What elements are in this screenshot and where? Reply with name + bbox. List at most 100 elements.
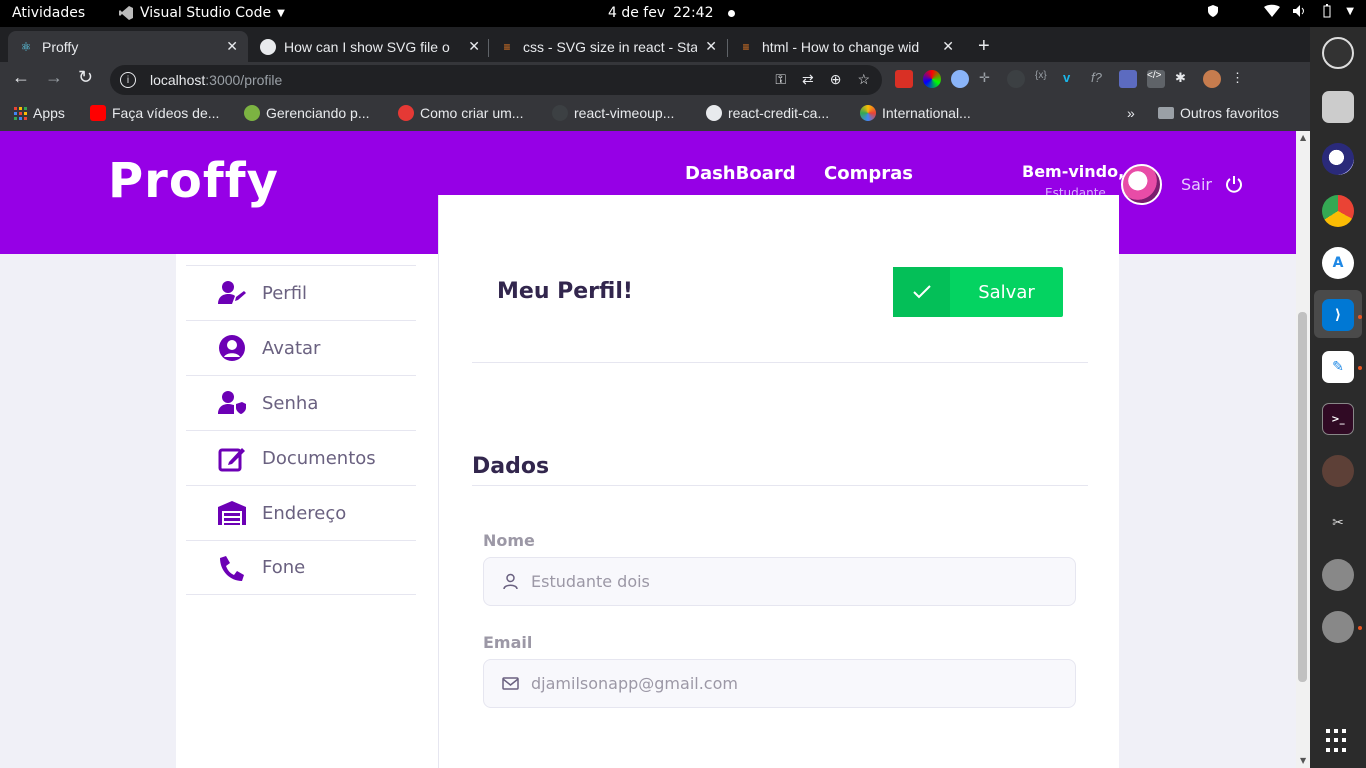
sidebar-item-endereco[interactable]: Endereço — [186, 485, 416, 540]
section-title: Dados — [472, 454, 550, 479]
clock[interactable]: 4 de fev 22:42 — [608, 5, 735, 21]
running-indicator — [1358, 315, 1362, 319]
address-bar[interactable]: i localhost:3000/profile ⚿ ⇄ ⊕ ☆ — [110, 65, 882, 95]
activities-button[interactable]: Atividades — [12, 5, 85, 21]
app-icon[interactable] — [1322, 455, 1354, 487]
gimp-icon[interactable]: ✂ — [1322, 507, 1354, 539]
vimeo-icon[interactable]: v — [1063, 70, 1081, 88]
disk-icon[interactable] — [1322, 611, 1354, 643]
bookmark-react-credit[interactable]: react-credit-ca... — [706, 105, 829, 121]
system-tray[interactable]: ▼ — [1206, 4, 1354, 18]
chrome-icon[interactable] — [1322, 195, 1354, 227]
running-indicator — [1358, 366, 1362, 370]
tab-stackoverflow-width[interactable]: ≡ html - How to change wid ✕ — [728, 31, 964, 62]
terminal-icon[interactable]: >_ — [1322, 403, 1354, 435]
sidebar-item-senha[interactable]: Senha — [186, 375, 416, 430]
tab-strip: ⚛ Proffy ✕ How can I show SVG file o ✕ ≡… — [0, 27, 1310, 62]
close-icon[interactable]: ✕ — [468, 38, 480, 55]
save-button[interactable]: Salvar — [893, 267, 1063, 317]
nav-compras[interactable]: Compras — [824, 163, 913, 184]
back-button[interactable]: ← — [12, 67, 30, 88]
color-picker-icon[interactable] — [923, 70, 941, 88]
name-field[interactable]: Estudante dois — [483, 557, 1076, 606]
star-icon[interactable]: ☆ — [857, 71, 870, 88]
running-indicator — [1358, 626, 1362, 630]
name-label: Nome — [483, 531, 535, 550]
sidebar-item-label: Endereço — [262, 502, 347, 524]
puzzle-icon[interactable]: ✱ — [1175, 70, 1193, 88]
system-top-bar: Atividades Visual Studio Code ▼ 4 de fev… — [0, 0, 1366, 27]
sidebar-item-label: Avatar — [262, 337, 321, 359]
bookmark-label: react-vimeoup... — [574, 105, 675, 121]
mail-icon — [502, 677, 519, 690]
tab-github[interactable]: How can I show SVG file o ✕ — [250, 31, 490, 62]
bookmark-como-criar[interactable]: Como criar um... — [398, 105, 523, 121]
translate-icon[interactable]: ⇄ — [802, 71, 814, 88]
code-icon[interactable]: </> — [1147, 70, 1165, 88]
nbc-icon — [860, 105, 876, 121]
bookmark-gerenciando[interactable]: Gerenciando p... — [244, 105, 370, 121]
bookmark-apps[interactable]: Apps — [14, 105, 65, 121]
nav-dashboard[interactable]: DashBoard — [685, 163, 796, 184]
volume-icon — [1293, 5, 1305, 17]
text-editor-icon[interactable]: ✎ — [1322, 351, 1354, 383]
scroll-down-icon[interactable]: ▼ — [1300, 756, 1306, 765]
extension-icon[interactable] — [895, 70, 913, 88]
tor-browser-icon[interactable] — [1322, 143, 1354, 175]
bookmark-youtube[interactable]: Faça vídeos de... — [90, 105, 219, 121]
ruler-icon[interactable]: ✛ — [979, 70, 997, 88]
email-label: Email — [483, 633, 533, 652]
function-icon[interactable]: f? — [1091, 70, 1109, 88]
page-title: Meu Perfil! — [497, 279, 633, 304]
app-menu[interactable]: Visual Studio Code ▼ — [118, 5, 285, 21]
scrollbar-thumb[interactable] — [1298, 312, 1307, 682]
kebab-menu-icon[interactable]: ⋮ — [1231, 70, 1249, 88]
email-field[interactable]: djamilsonapp@gmail.com — [483, 659, 1076, 708]
tab-proffy[interactable]: ⚛ Proffy ✕ — [8, 31, 248, 62]
reload-button[interactable]: ↻ — [78, 67, 93, 88]
json-icon[interactable]: {x} — [1035, 70, 1053, 88]
sidebar-item-fone[interactable]: Fone — [186, 540, 416, 595]
sidebar-item-perfil[interactable]: Perfil — [186, 265, 416, 320]
bookmarks-overflow-button[interactable]: » — [1127, 105, 1135, 121]
scroll-up-icon[interactable]: ▲ — [1300, 133, 1306, 142]
info-icon[interactable]: i — [120, 72, 136, 88]
new-tab-button[interactable]: + — [978, 35, 990, 58]
notification-dot-icon — [727, 9, 735, 17]
date-label: 4 de fev — [608, 5, 666, 21]
chevron-down-icon: ▼ — [277, 7, 285, 19]
close-icon[interactable]: ✕ — [942, 38, 954, 55]
close-icon[interactable]: ✕ — [705, 38, 717, 55]
app-name: Visual Studio Code — [140, 5, 272, 21]
sidebar-item-documentos[interactable]: Documentos — [186, 430, 416, 485]
avatar[interactable] — [1121, 164, 1162, 205]
bookmark-label: react-credit-ca... — [728, 105, 830, 121]
bookmark-other-folder[interactable]: Outros favoritos — [1158, 105, 1279, 121]
tab-stackoverflow-svg[interactable]: ≡ css - SVG size in react - Sta ✕ — [489, 31, 727, 62]
extension-icon[interactable] — [1119, 70, 1137, 88]
show-apps-icon[interactable] — [1326, 729, 1350, 753]
app-icon[interactable]: A — [1322, 247, 1354, 279]
extension-icon[interactable] — [951, 70, 969, 88]
logo[interactable]: Proffy — [108, 153, 279, 209]
sidebar-item-avatar[interactable]: Avatar — [186, 320, 416, 375]
sidebar-item-label: Documentos — [262, 447, 376, 469]
bookmark-label: Como criar um... — [420, 105, 524, 121]
close-icon[interactable]: ✕ — [226, 38, 238, 55]
logout-button[interactable]: Sair — [1181, 174, 1244, 194]
files-icon[interactable] — [1322, 91, 1354, 123]
browser-window: ⚛ Proffy ✕ How can I show SVG file o ✕ ≡… — [0, 27, 1310, 131]
key-icon[interactable]: ⚿ — [775, 71, 786, 88]
profile-avatar[interactable] — [1203, 70, 1221, 88]
bookmark-react-vimeo[interactable]: react-vimeoup... — [552, 105, 674, 121]
vscode-icon[interactable]: ⟩ — [1322, 299, 1354, 331]
obs-icon[interactable] — [1322, 37, 1354, 69]
disk-icon[interactable] — [1322, 559, 1354, 591]
bookmark-international[interactable]: International... — [860, 105, 971, 121]
sidebar-item-label: Fone — [262, 557, 306, 578]
extensions-bar: ✛ {x} v f? </> ✱ ⋮ — [895, 70, 1249, 88]
tab-label: Proffy — [42, 38, 79, 55]
zoom-icon[interactable]: ⊕ — [830, 71, 842, 88]
forward-button[interactable]: → — [45, 67, 63, 88]
extension-icon[interactable] — [1007, 70, 1025, 88]
